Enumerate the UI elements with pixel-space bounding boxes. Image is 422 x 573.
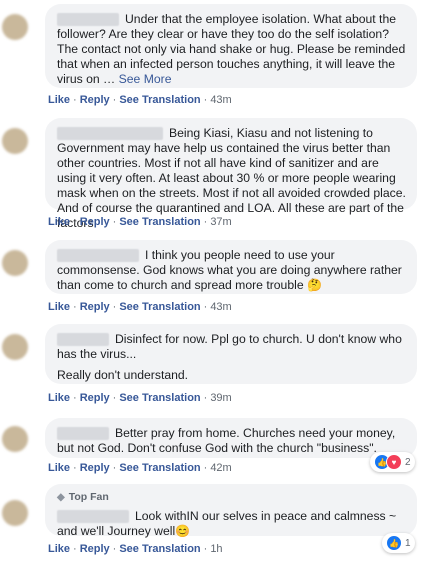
comment-actions: Like · Reply · See Translation · 43m — [48, 94, 232, 106]
timestamp[interactable]: 37m — [210, 216, 231, 228]
see-translation-link[interactable]: See Translation — [119, 543, 200, 555]
avatar[interactable] — [2, 500, 28, 526]
reply-link[interactable]: Reply — [80, 392, 110, 404]
reaction-count: 2 — [405, 456, 411, 468]
like-link[interactable]: Like — [48, 462, 70, 474]
comment-actions: Like · Reply · See Translation · 1h — [48, 543, 223, 555]
reply-link[interactable]: Reply — [80, 94, 110, 106]
thinking-emoji-icon: 🤔 — [307, 278, 322, 292]
comment-actions: Like · Reply · See Translation · 39m — [48, 392, 232, 404]
avatar[interactable] — [2, 250, 28, 276]
avatar[interactable] — [2, 14, 28, 40]
reaction-summary[interactable]: 👍 1 — [382, 533, 415, 553]
timestamp[interactable]: 42m — [210, 462, 231, 474]
commenter-name[interactable] — [57, 427, 109, 441]
like-link[interactable]: Like — [48, 543, 70, 555]
heart-icon: ♥ — [386, 454, 402, 470]
commenter-name[interactable] — [57, 510, 129, 524]
reaction-count: 1 — [405, 537, 411, 549]
like-link[interactable]: Like — [48, 301, 70, 313]
see-translation-link[interactable]: See Translation — [119, 462, 200, 474]
comment-actions: Like · Reply · See Translation · 42m — [48, 462, 232, 474]
like-link[interactable]: Like — [48, 94, 70, 106]
like-link[interactable]: Like — [48, 216, 70, 228]
timestamp[interactable]: 43m — [210, 94, 231, 106]
comment-bubble: ◆ Top Fan Look withIN our selves in peace… — [45, 484, 417, 538]
comment-actions: Like · Reply · See Translation · 37m — [48, 216, 232, 228]
comment-text: Being Kiasi, Kiasu and not listening to … — [57, 126, 406, 230]
comment-bubble: Better pray from home. Churches need you… — [45, 418, 417, 458]
see-more-link[interactable]: See More — [119, 72, 172, 86]
top-fan-badge: ◆ Top Fan — [57, 491, 109, 503]
like-link[interactable]: Like — [48, 392, 70, 404]
commenter-name[interactable] — [57, 333, 109, 347]
see-translation-link[interactable]: See Translation — [119, 94, 200, 106]
commenter-name[interactable] — [57, 13, 119, 27]
commenter-name[interactable] — [57, 249, 139, 263]
comment-bubble: Under that the employee isolation. What … — [45, 4, 417, 88]
thumbs-up-icon: 👍 — [386, 535, 402, 551]
timestamp[interactable]: 1h — [210, 543, 222, 555]
comment-actions: Like · Reply · See Translation · 43m — [48, 301, 232, 313]
comment-bubble: Being Kiasi, Kiasu and not listening to … — [45, 118, 417, 230]
timestamp[interactable]: 39m — [210, 392, 231, 404]
reply-link[interactable]: Reply — [80, 543, 110, 555]
see-translation-link[interactable]: See Translation — [119, 301, 200, 313]
comment-bubble: Disinfect for now. Ppl go to church. U d… — [45, 324, 417, 384]
reaction-summary[interactable]: 👍 ♥ 2 — [370, 452, 415, 472]
see-translation-link[interactable]: See Translation — [119, 216, 200, 228]
avatar[interactable] — [2, 426, 28, 452]
commenter-name[interactable] — [57, 127, 163, 141]
diamond-icon: ◆ — [57, 492, 65, 503]
timestamp[interactable]: 43m — [210, 301, 231, 313]
comment-text-2: Really don't understand. — [57, 368, 189, 382]
comment-bubble: I think you people need to use your comm… — [45, 240, 417, 294]
avatar[interactable] — [2, 128, 28, 154]
smiling-emoji-icon: 😊 — [175, 524, 191, 538]
see-translation-link[interactable]: See Translation — [119, 392, 200, 404]
reply-link[interactable]: Reply — [80, 216, 110, 228]
reply-link[interactable]: Reply — [80, 301, 110, 313]
reply-link[interactable]: Reply — [80, 462, 110, 474]
avatar[interactable] — [2, 334, 28, 360]
